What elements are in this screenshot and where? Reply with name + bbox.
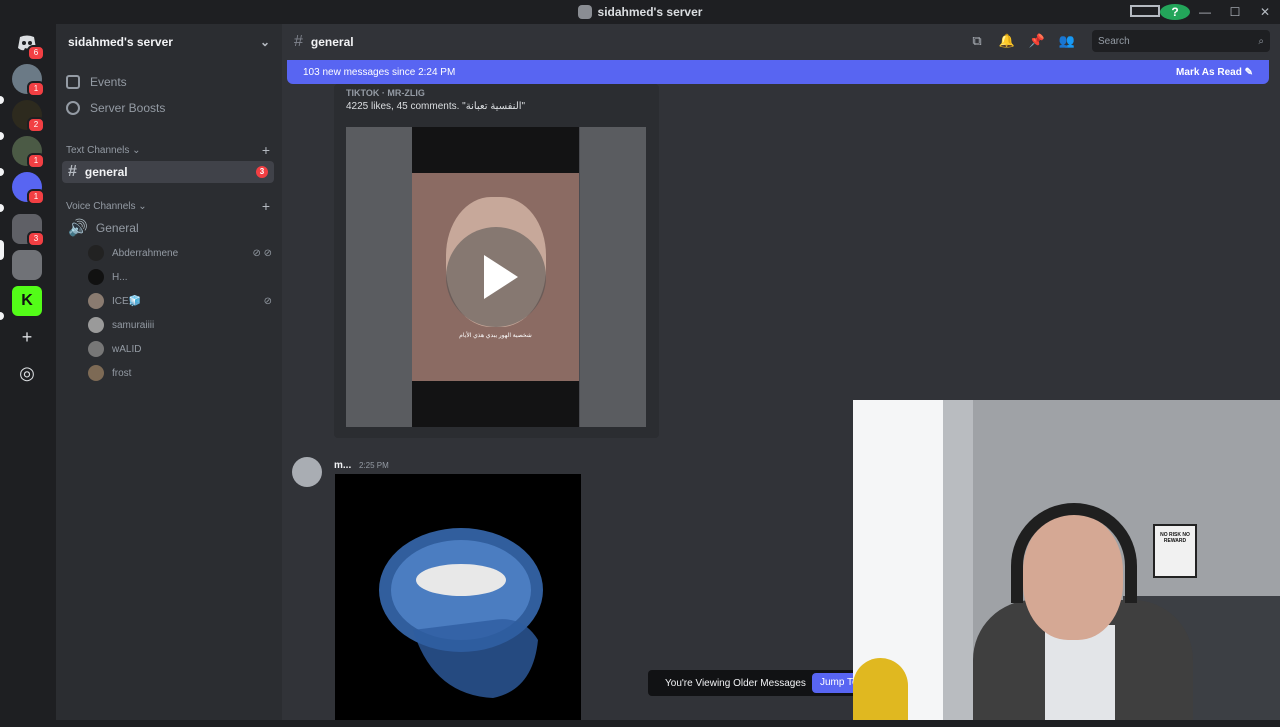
webcam-overlay: NO RISK NO REWARD	[853, 400, 1280, 720]
xray-skull-image	[379, 528, 543, 698]
server-name: sidahmed's server	[68, 35, 173, 49]
voice-user[interactable]: ICE🧊 ⊘	[88, 292, 272, 310]
close-button[interactable]: ✕	[1250, 5, 1280, 19]
play-button[interactable]	[446, 227, 546, 327]
channel-sidebar: sidahmed's server ⌄ Events Server Boosts…	[56, 24, 282, 720]
help-icon[interactable]: ?	[1160, 4, 1190, 20]
discord-home-icon[interactable]: 6	[12, 28, 45, 61]
voice-channel-general[interactable]: 🔊 General	[62, 217, 274, 239]
explore-icon[interactable]: ◎	[12, 358, 42, 388]
message-author[interactable]: m...	[334, 460, 351, 471]
avatar	[88, 341, 104, 357]
avatar	[88, 269, 104, 285]
avatar	[88, 317, 104, 333]
avatar	[88, 245, 104, 261]
maximize-button[interactable]: ☐	[1220, 5, 1250, 19]
search-input[interactable]: Search ⌕	[1092, 30, 1270, 52]
voice-user[interactable]: frost	[88, 364, 272, 382]
add-voice-channel-icon[interactable]: +	[262, 198, 270, 214]
server-list: 6 1 2 1 1 3 K + ◎	[0, 24, 56, 720]
server-5-icon[interactable]: 1	[12, 172, 45, 205]
search-icon: ⌕	[1258, 35, 1264, 47]
mention-badge: 3	[256, 166, 268, 178]
flowers	[853, 658, 908, 720]
inbox-icon[interactable]	[1130, 4, 1160, 20]
voice-user[interactable]: samuraiiii	[88, 316, 272, 334]
hash-icon: #	[68, 163, 77, 180]
new-messages-bar[interactable]: 103 new messages since 2:24 PM Mark As R…	[287, 60, 1269, 84]
message-timestamp: 2:25 PM	[359, 461, 389, 470]
mark-as-read-button[interactable]: Mark As Read ✎	[1176, 67, 1253, 78]
avatar	[88, 293, 104, 309]
embed-description: 4225 likes, 45 comments. "النفسية تعبانة…	[346, 101, 526, 112]
tiktok-embed: TIKTOK · MR-ZLIG 4225 likes, 45 comments…	[334, 84, 659, 438]
server-icon	[577, 5, 592, 19]
server-header[interactable]: sidahmed's server ⌄	[56, 24, 282, 60]
video-caption: شخصية الهور يبدي هذي الأيام	[459, 333, 532, 339]
server-boosts-link[interactable]: Server Boosts	[66, 98, 165, 118]
server-7-icon[interactable]	[12, 250, 42, 280]
text-channels-category[interactable]: Text Channels ⌄ +	[66, 142, 270, 158]
server-4-icon[interactable]: 1	[12, 136, 45, 169]
channel-general[interactable]: # general 3	[62, 161, 274, 183]
speaker-icon: 🔊	[68, 220, 88, 237]
events-link[interactable]: Events	[66, 72, 127, 92]
jump-to-present-button[interactable]: Jump To Present	[812, 673, 857, 693]
boost-icon	[66, 101, 80, 115]
new-messages-text: 103 new messages since 2:24 PM	[303, 66, 456, 78]
server-6-icon[interactable]: 3	[12, 214, 45, 247]
add-server-icon[interactable]: +	[12, 322, 42, 352]
bell-icon[interactable]: 🔔	[998, 32, 1016, 50]
muted-icon: ⊘	[263, 295, 272, 307]
server-2-icon[interactable]: 1	[12, 64, 45, 97]
chevron-down-icon[interactable]: ⌄	[260, 35, 270, 49]
add-channel-icon[interactable]: +	[262, 142, 270, 158]
channel-title: general	[310, 35, 354, 49]
muted-deafened-icon: ⊘ ⊘	[252, 247, 272, 259]
voice-channels-category[interactable]: Voice Channels ⌄ +	[66, 198, 270, 214]
members-icon[interactable]: 👥	[1058, 32, 1076, 50]
threads-icon[interactable]: ⧉	[968, 32, 986, 50]
pin-icon[interactable]: 📌	[1028, 32, 1046, 50]
video-player[interactable]: شخصية الهور يبدي هذي الأيام	[346, 127, 646, 427]
voice-user[interactable]: H...	[88, 268, 272, 286]
embed-provider[interactable]: TIKTOK · MR-ZLIG	[346, 88, 425, 98]
minimize-button[interactable]: —	[1190, 5, 1220, 19]
wall-poster: NO RISK NO REWARD	[1153, 524, 1197, 578]
image-attachment[interactable]	[335, 474, 581, 720]
avatar	[88, 365, 104, 381]
server-3-icon[interactable]: 2	[12, 100, 45, 133]
window-title: sidahmed's server	[0, 5, 1280, 19]
voice-user[interactable]: wALID	[88, 340, 272, 358]
calendar-icon	[66, 75, 80, 89]
kick-server-icon[interactable]: K	[12, 286, 42, 316]
voice-user[interactable]: Abderrahmene ⊘ ⊘	[88, 244, 272, 262]
hash-icon: #	[294, 33, 303, 50]
title-bar: sidahmed's server ? — ☐ ✕	[0, 0, 1280, 24]
avatar[interactable]	[292, 457, 322, 487]
